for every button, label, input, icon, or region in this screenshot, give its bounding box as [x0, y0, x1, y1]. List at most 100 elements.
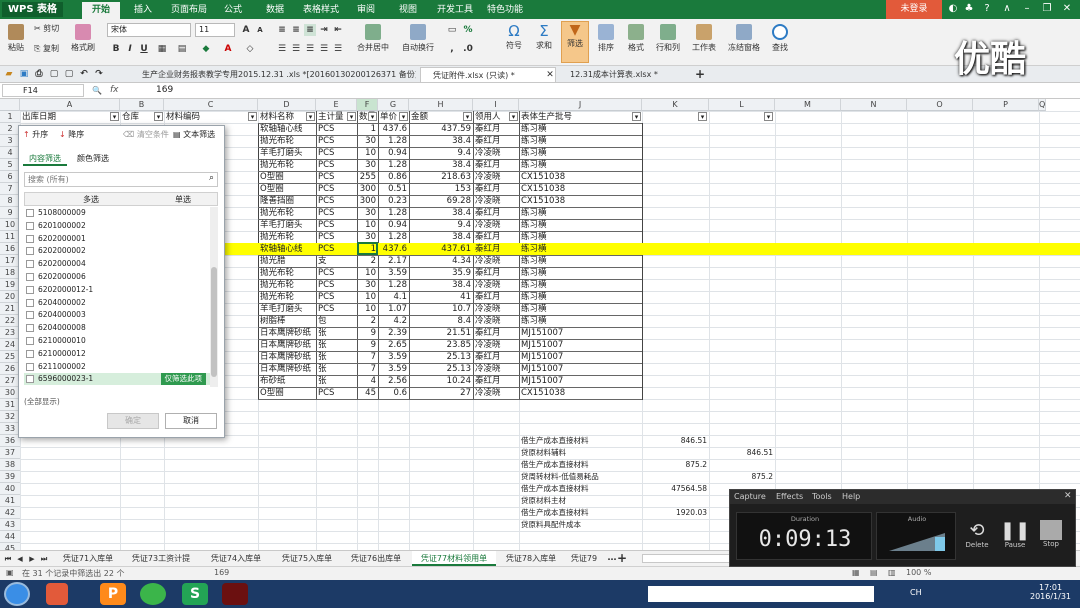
cell[interactable]: 借生产成本直接材料	[519, 507, 642, 519]
filter-item[interactable]: 6202000001	[24, 233, 210, 245]
font-color-icon[interactable]: A	[222, 43, 234, 55]
cell[interactable]: 表体生产批号 ▾	[519, 111, 642, 123]
cell[interactable]: 练习横	[519, 243, 642, 255]
percent-icon[interactable]: %	[462, 24, 474, 36]
checkbox-icon[interactable]	[26, 260, 34, 269]
taskbar-app1-icon[interactable]	[46, 583, 68, 605]
cell[interactable]: 1	[357, 123, 378, 135]
filter-dropdown-icon[interactable]: ▾	[248, 112, 257, 121]
row-header[interactable]: 38	[0, 459, 20, 471]
cell[interactable]	[709, 435, 775, 447]
cell[interactable]: PCS	[316, 303, 357, 315]
cell[interactable]: 冷凌晓	[473, 315, 519, 327]
row-header[interactable]: 26	[0, 363, 20, 375]
cell[interactable]: 秦红月	[473, 351, 519, 363]
taskbar-wps-presentation-icon[interactable]: P	[100, 583, 126, 605]
column-header-p[interactable]: P	[973, 99, 1039, 111]
outdent-icon[interactable]: ⇤	[332, 24, 344, 36]
tray-clock[interactable]: 17:01 2016/1/31	[1030, 583, 1071, 601]
row-header[interactable]: 25	[0, 351, 20, 363]
font-shrink-icon[interactable]: A	[254, 24, 266, 36]
filter-item[interactable]: 6211000002	[24, 361, 210, 373]
sheet-tab[interactable]: 凭证79	[566, 551, 602, 566]
cell[interactable]: 10	[357, 267, 378, 279]
cell[interactable]: MJ151007	[519, 327, 642, 339]
row-header[interactable]: 44	[0, 531, 20, 543]
cell[interactable]: 单价 ▾	[378, 111, 409, 123]
filter-dropdown-icon[interactable]: ▾	[698, 112, 707, 121]
align-middle-icon[interactable]: ≡	[290, 24, 302, 36]
input-lang[interactable]: CH	[910, 588, 922, 597]
row-header[interactable]: 10	[0, 219, 20, 231]
filter-dropdown-icon[interactable]: ▾	[399, 112, 408, 121]
cancel-button[interactable]: 取消	[165, 413, 217, 429]
cell[interactable]: 7	[357, 351, 378, 363]
next-sheet-icon[interactable]: ▶	[26, 553, 38, 565]
shirt-icon[interactable]: ♣	[962, 2, 976, 16]
new-tab-icon[interactable]: +	[694, 68, 706, 80]
cell[interactable]: CX151038	[519, 171, 642, 183]
fill-color-icon[interactable]: ◆	[200, 43, 212, 55]
cell[interactable]: 日本鹰牌砂纸	[258, 351, 316, 363]
cell[interactable]: 2.39	[378, 327, 409, 339]
row-header[interactable]: 45	[0, 543, 20, 550]
align-bottom-icon[interactable]: ≡	[304, 24, 316, 36]
function-icon[interactable]: fx	[110, 84, 119, 97]
app-menu-button[interactable]: WPS 表格	[2, 2, 64, 17]
cell[interactable]: 秦红月	[473, 291, 519, 303]
cell[interactable]: 冷凌晓	[473, 339, 519, 351]
column-header-h[interactable]: H	[409, 99, 473, 111]
cell[interactable]: 金额 ▾	[409, 111, 473, 123]
cell[interactable]: 练习横	[519, 255, 642, 267]
cell[interactable]: 25.13	[409, 351, 473, 363]
checkbox-icon[interactable]	[26, 285, 34, 294]
paste-button[interactable]: 粘贴	[4, 24, 28, 53]
cell[interactable]: 4.2	[378, 315, 409, 327]
filter-dropdown-icon[interactable]: ▾	[306, 112, 315, 121]
underline-icon[interactable]: U	[138, 43, 150, 55]
cell[interactable]: PCS	[316, 135, 357, 147]
cell[interactable]: 练习横	[519, 303, 642, 315]
cell[interactable]: 875.2	[642, 459, 709, 471]
cell[interactable]: 0.86	[378, 171, 409, 183]
column-header-g[interactable]: G	[378, 99, 409, 111]
checkbox-icon[interactable]	[26, 349, 34, 358]
first-sheet-icon[interactable]: ⏮	[2, 553, 14, 565]
row-header[interactable]: 9	[0, 207, 20, 219]
filter-item[interactable]: 6204000002	[24, 297, 210, 309]
row-header[interactable]: 11	[0, 231, 20, 243]
cell[interactable]: 9	[357, 327, 378, 339]
recorder-menu-effects[interactable]: Effects	[776, 492, 803, 501]
pause-button[interactable]: ❚❚ Pause	[1000, 520, 1030, 549]
cell[interactable]: 10.7	[409, 303, 473, 315]
row-header[interactable]: 18	[0, 267, 20, 279]
cell[interactable]: 25.13	[409, 363, 473, 375]
checkbox-icon[interactable]	[26, 209, 34, 217]
cell[interactable]: 38.4	[409, 207, 473, 219]
cell[interactable]: MJ151007	[519, 339, 642, 351]
cell[interactable]: PCS	[316, 387, 357, 399]
cell[interactable]: 3.59	[378, 351, 409, 363]
cell[interactable]: 27	[409, 387, 473, 399]
column-header-m[interactable]: M	[775, 99, 841, 111]
only-this-button[interactable]: 仅筛选此项	[160, 373, 206, 386]
cell[interactable]: O型圈	[258, 171, 316, 183]
cell[interactable]	[709, 459, 775, 471]
checkbox-icon[interactable]	[26, 221, 34, 230]
align-right-icon[interactable]: ☰	[304, 43, 316, 55]
cell[interactable]: 冷凌晓	[473, 147, 519, 159]
column-header-j[interactable]: J	[519, 99, 642, 111]
cell[interactable]	[642, 495, 709, 507]
row-header[interactable]: 6	[0, 171, 20, 183]
checkbox-icon[interactable]	[26, 324, 34, 333]
tab-view[interactable]: 视图	[392, 2, 424, 19]
row-header[interactable]: 22	[0, 315, 20, 327]
cell[interactable]: 领用人 ▾	[473, 111, 519, 123]
cell[interactable]: 45	[357, 387, 378, 399]
sheet-tab[interactable]: 凭证71入库单	[56, 551, 120, 566]
cell[interactable]: 0.6	[378, 387, 409, 399]
cell[interactable]: 张	[316, 363, 357, 375]
stop-button[interactable]: Stop	[1036, 520, 1066, 548]
cell[interactable]: 贷原材料主材	[519, 495, 642, 507]
row-header[interactable]: 3	[0, 135, 20, 147]
